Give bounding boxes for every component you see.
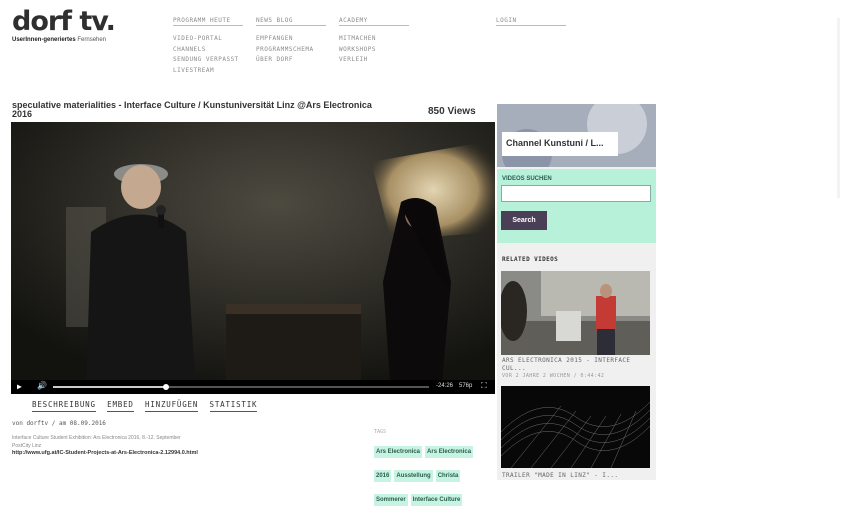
logo-wordmark: dorf tv. xyxy=(12,6,116,37)
view-count: 850 Views xyxy=(428,106,476,117)
tab-beschreibung[interactable]: BESCHREIBUNG xyxy=(32,400,96,412)
nav-ueber-dorf[interactable]: ÜBER DORF xyxy=(256,55,326,66)
related-video-1[interactable]: ARS ELECTRONICA 2015 - INTERFACE CUL... … xyxy=(502,357,652,380)
related-thumbnail-2[interactable] xyxy=(501,386,650,468)
nav-login[interactable]: LOGIN xyxy=(496,16,566,26)
upload-meta: von dorftv / am 08.09.2016 xyxy=(12,420,106,427)
nav-programm-heute[interactable]: PROGRAMM HEUTE xyxy=(173,16,243,26)
nav-video-portal[interactable]: VIDEO-PORTAL xyxy=(173,34,243,45)
nav-column-2: NEWS BLOG EMPFANGEN PROGRAMMSCHEMA ÜBER … xyxy=(256,16,326,66)
related-videos-label: RELATED VIDEOS xyxy=(502,256,559,263)
tab-statistik[interactable]: STATISTIK xyxy=(209,400,258,412)
play-icon[interactable]: ▶ xyxy=(17,382,22,391)
nav-programmschema[interactable]: PROGRAMMSCHEMA xyxy=(256,45,326,56)
nav-channels[interactable]: CHANNELS xyxy=(173,45,243,56)
related-title-cont[interactable]: CUL... xyxy=(502,365,652,373)
seek-bar[interactable] xyxy=(53,384,429,390)
nav-mitmachen[interactable]: MITMACHEN xyxy=(339,34,409,45)
quality-selector[interactable]: 576p xyxy=(459,383,472,389)
player-controls: ▶ 🔊 -24:26 576p ⛶ xyxy=(11,380,495,394)
nav-column-4: LOGIN xyxy=(496,16,566,34)
page-scrollbar[interactable] xyxy=(837,18,840,198)
site-logo[interactable]: dorf tv. UserInnen-generiertes Fernsehen xyxy=(12,6,132,44)
nav-column-3: ACADEMY MITMACHEN WORKSHOPS VERLEIH xyxy=(339,16,409,66)
tag[interactable]: Ars Electronica xyxy=(374,446,423,458)
tag[interactable]: Sommerer xyxy=(374,494,408,506)
video-frame xyxy=(11,122,495,394)
video-description: Interface Culture Student Exhibition: Ar… xyxy=(12,435,232,458)
tab-embed[interactable]: EMBED xyxy=(107,400,134,412)
tags-label: TAGS xyxy=(374,429,387,435)
tag[interactable]: 2016 xyxy=(374,470,392,482)
logo-tagline: UserInnen-generiertes Fernsehen xyxy=(12,37,107,43)
tag[interactable]: Ausstellung xyxy=(394,470,433,482)
fullscreen-icon[interactable]: ⛶ xyxy=(481,381,487,391)
related-video-2[interactable]: TRAILER "MADE IN LINZ" - I... xyxy=(502,472,652,480)
tag[interactable]: Ars Electronica xyxy=(425,446,474,458)
nav-livestream[interactable]: LIVESTREAM xyxy=(173,66,243,77)
nav-workshops[interactable]: WORKSHOPS xyxy=(339,45,409,56)
seek-handle[interactable] xyxy=(162,384,169,390)
nav-column-1: PROGRAMM HEUTE VIDEO-PORTAL CHANNELS SEN… xyxy=(173,16,243,76)
description-line-1: Interface Culture Student Exhibition: Ar… xyxy=(12,435,181,441)
search-input[interactable] xyxy=(501,185,651,202)
thumbnail-image xyxy=(501,386,650,468)
nav-empfangen[interactable]: EMPFANGEN xyxy=(256,34,326,45)
volume-icon[interactable]: 🔊 xyxy=(37,381,47,390)
description-line-2: PostCity Linz xyxy=(12,442,42,449)
channel-link[interactable]: Channel Kunstuni / L... xyxy=(502,132,618,156)
time-remaining: -24:26 xyxy=(436,383,454,389)
video-player[interactable] xyxy=(11,122,495,394)
nav-sendung-verpasst[interactable]: SENDUNG VERPASST xyxy=(173,55,243,66)
nav-verleih[interactable]: VERLEIH xyxy=(339,55,409,66)
search-label: VIDEOS SUCHEN xyxy=(502,176,552,182)
thumbnail-image xyxy=(501,271,650,355)
tab-hinzufuegen[interactable]: HINZUFÜGEN xyxy=(145,400,199,412)
search-button[interactable]: Search xyxy=(501,211,547,230)
tags-box: TAGS Ars Electronica Ars Electronica 2016… xyxy=(374,429,486,510)
related-meta: VOR 2 JAHRE 2 WOCHEN / 0:44:42 xyxy=(502,373,605,379)
nav-academy[interactable]: ACADEMY xyxy=(339,16,409,26)
video-title: speculative materialities - Interface Cu… xyxy=(12,100,372,119)
related-title[interactable]: ARS ELECTRONICA 2015 - INTERFACE xyxy=(502,357,652,365)
tag[interactable]: Interface Culture xyxy=(410,494,463,506)
seek-progress xyxy=(53,386,166,388)
video-tabs: BESCHREIBUNG EMBED HINZUFÜGEN STATISTIK xyxy=(32,400,263,412)
nav-news-blog[interactable]: NEWS BLOG xyxy=(256,16,326,26)
tag[interactable]: Christa xyxy=(435,470,461,482)
related-thumbnail-1[interactable] xyxy=(501,271,650,355)
description-link[interactable]: http://www.ufg.at/IC-Student-Projects-at… xyxy=(12,450,232,458)
